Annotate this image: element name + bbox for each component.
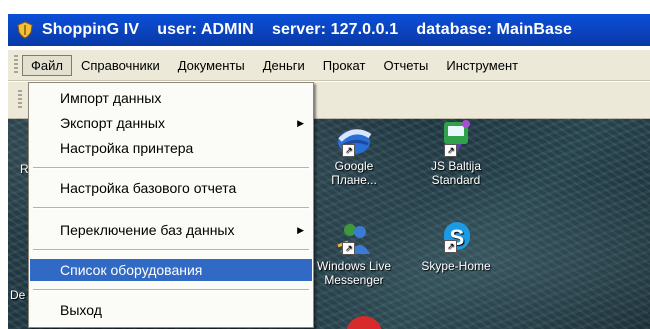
partial-desktop-icon [346,316,382,329]
desktop-icon-label: Standard [431,173,481,187]
menu-bar: Файл Справочники Документы Деньги Прокат… [8,50,650,81]
desktop-icon-label: Google [334,159,374,173]
desktop-icon-label: Windows Live [316,259,392,273]
menu-tools[interactable]: Инструмент [437,55,527,76]
shortcut-arrow-icon: ↗ [342,242,355,255]
menu-item-label: Импорт данных [60,90,162,106]
menu-item-label: Список оборудования [60,262,203,278]
menu-file[interactable]: Файл [22,54,72,76]
menubar-grip[interactable] [14,55,18,75]
menu-reports[interactable]: Отчеты [374,55,437,76]
title-bar: ShoppinG IV user: ADMIN server: 127.0.0.… [8,14,650,46]
menu-separator [33,167,309,169]
menu-item-label: Настройка принтера [60,140,194,156]
menu-separator [33,249,309,251]
menu-item-label: Настройка базового отчета [60,180,237,196]
desktop-icon-google-earth[interactable]: ↗ Google Плане... [309,120,399,187]
menu-item-label: Выход [60,302,102,318]
menu-separator [33,289,309,291]
desktop-icon-label: Плане... [331,173,377,187]
menu-item-label: Переключение баз данных [60,222,235,238]
submenu-arrow-icon: ▶ [297,118,304,128]
desktop-icon-label: JS Baltija [430,159,482,173]
menu-item-exit[interactable]: Выход [30,299,312,321]
shortcut-arrow-icon: ↗ [342,144,355,157]
desktop-icon-skype[interactable]: S ↗ Skype-Home [411,218,501,273]
menu-item-label: Экспорт данных [60,115,165,131]
menu-item-equipment-list[interactable]: Список оборудования [30,259,312,281]
menu-item-import-data[interactable]: Импорт данных [30,87,312,109]
desktop-icon-js-baltija[interactable]: ↗ JS Baltija Standard [411,118,501,187]
menu-item-printer-settings[interactable]: Настройка принтера [30,137,312,159]
shortcut-arrow-icon: ↗ [444,240,457,253]
menu-rental[interactable]: Прокат [314,55,375,76]
file-menu-dropdown: Импорт данных Экспорт данных ▶ Настройка… [28,82,314,328]
menu-money[interactable]: Деньги [254,55,314,76]
menu-documents[interactable]: Документы [169,55,254,76]
desktop-icon-label: Skype-Home [421,259,491,273]
window-title: ShoppinG IV user: ADMIN server: 127.0.0.… [42,21,573,38]
desktop-icon-label: Messenger [324,273,384,287]
shield-icon [17,21,33,39]
desktop-edge-text-de: De [10,288,26,302]
application-window: R De ↗ Google Плане... ↗ JS Baltija Stan… [0,0,650,329]
menu-item-base-report-settings[interactable]: Настройка базового отчета [30,177,312,199]
toolbar-grip[interactable] [18,90,22,110]
submenu-arrow-icon: ▶ [297,225,304,235]
menu-item-export-data[interactable]: Экспорт данных ▶ [30,112,312,134]
menu-item-switch-databases[interactable]: Переключение баз данных ▶ [30,219,312,241]
desktop-icon-windows-live-messenger[interactable]: ↗ Windows Live Messenger [309,220,399,287]
menu-separator [33,207,309,209]
shortcut-arrow-icon: ↗ [444,144,457,157]
menu-directories[interactable]: Справочники [72,55,169,76]
